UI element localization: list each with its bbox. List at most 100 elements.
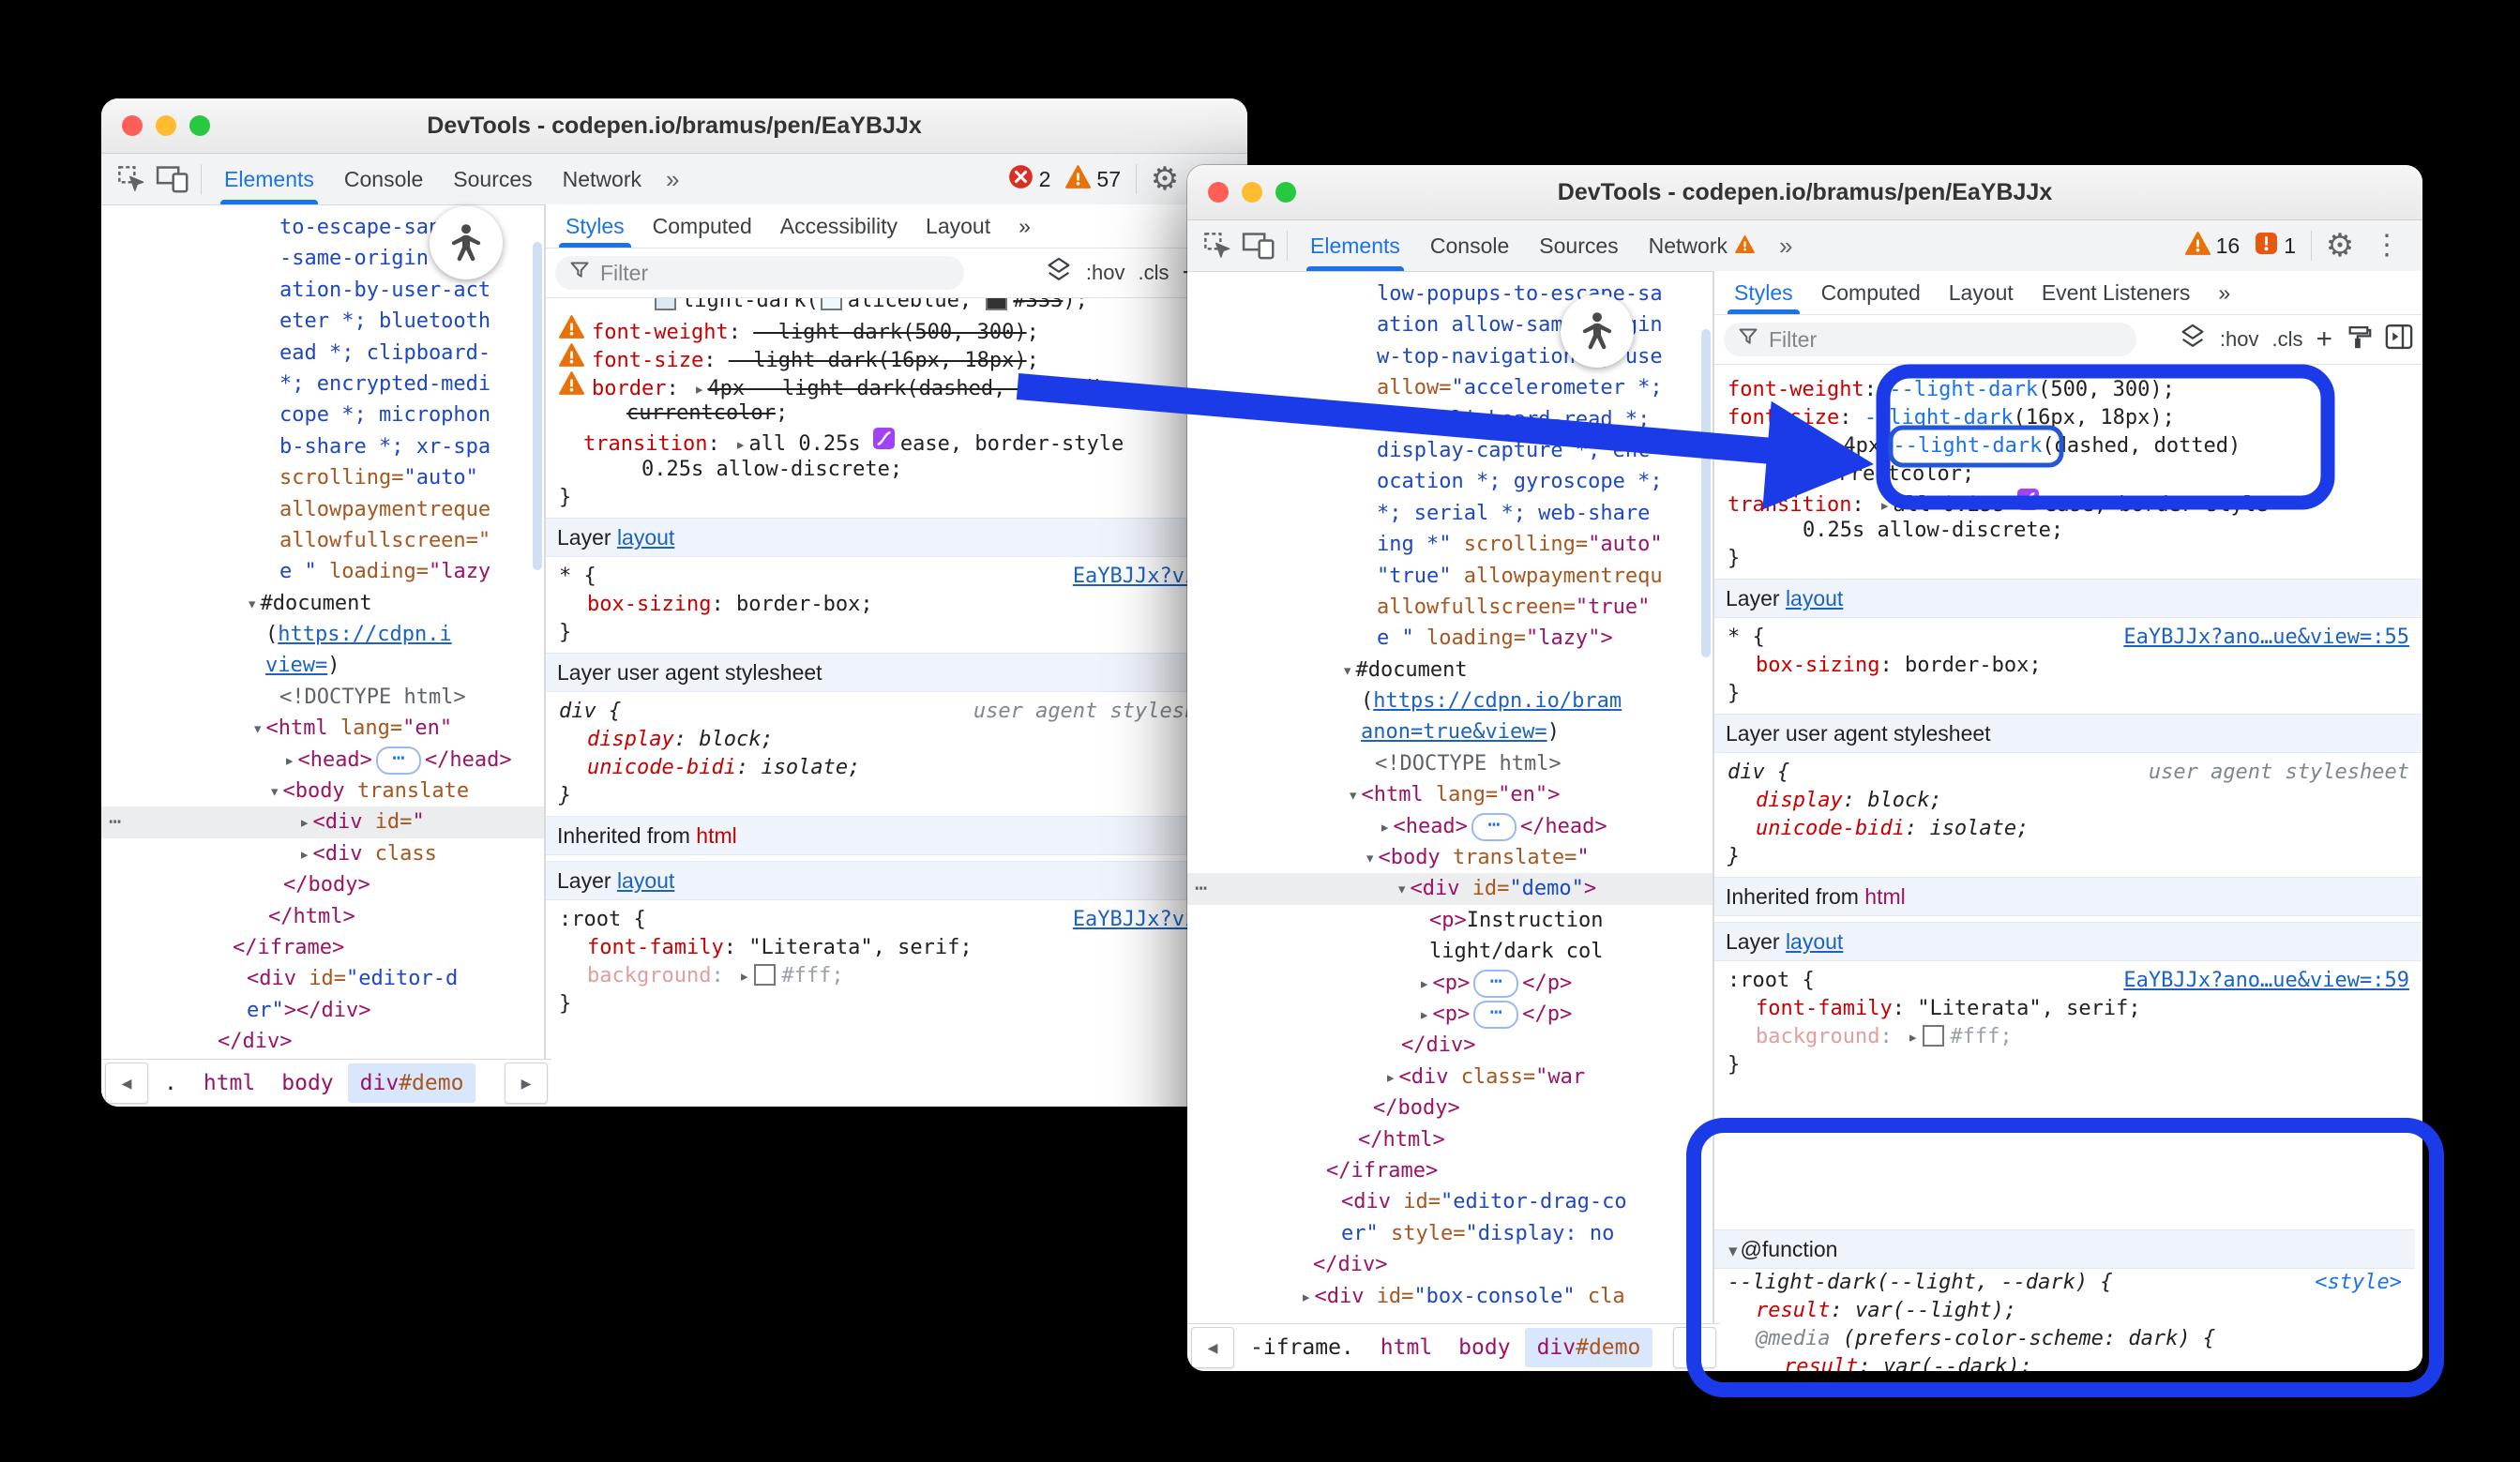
- minimize-button[interactable]: [1242, 182, 1262, 203]
- titlebar[interactable]: DevTools - codepen.io/bramus/pen/EaYBJJx: [101, 98, 1247, 154]
- breadcrumb-item[interactable]: html: [1368, 1328, 1444, 1367]
- dom-tree-line[interactable]: a *; clipboard-read *;: [1187, 404, 1713, 435]
- hov-toggle[interactable]: :hov: [1086, 261, 1125, 285]
- dom-tree-line[interactable]: ▸<p>⋯</p>: [1187, 968, 1713, 999]
- dom-tree-line[interactable]: ▾#document: [1187, 655, 1713, 686]
- dom-tree-line[interactable]: ▸<div class="war: [1187, 1062, 1713, 1093]
- dom-tree-line[interactable]: <div id="editor-d: [101, 963, 544, 994]
- dom-tree-line[interactable]: ation-by-user-act: [101, 275, 544, 306]
- dom-tree-line[interactable]: ▸<p>⋯</p>: [1187, 999, 1713, 1030]
- style-rule-line[interactable]: box-sizing: border-box;: [546, 591, 1247, 619]
- breadcrumb-item[interactable]: div#demo: [348, 1063, 476, 1103]
- kebab-menu-icon[interactable]: ⋮: [2361, 225, 2413, 266]
- expander-arrow-icon[interactable]: ▸: [1827, 432, 1843, 460]
- dom-tree-line[interactable]: ▾<html lang="en">: [1187, 779, 1713, 810]
- style-rule-line[interactable]: * {EaYBJJx?view=: [546, 563, 1247, 591]
- tab-styles[interactable]: Styles: [1720, 271, 1807, 314]
- style-rule-line[interactable]: }: [1714, 545, 2422, 573]
- minimize-button[interactable]: [156, 115, 176, 136]
- style-rule-line[interactable]: }: [546, 484, 1247, 512]
- dom-tree-line[interactable]: ocation *; gyroscope *;: [1187, 466, 1713, 497]
- dock-side-icon[interactable]: [2385, 324, 2413, 355]
- style-rule-line[interactable]: border: ▸4px --light-dark(dashed, dotted…: [546, 371, 1247, 399]
- expander-arrow-icon[interactable]: ▸: [296, 839, 312, 870]
- inspect-icon[interactable]: [1197, 225, 1238, 266]
- style-rule-line[interactable]: @media (prefers-color-scheme: dark) {: [1714, 1325, 2415, 1353]
- dom-tree-line[interactable]: ⋯▸<div id=": [101, 806, 544, 837]
- style-rule-line[interactable]: font-weight: --light-dark(500, 300);: [1714, 376, 2422, 404]
- tab-layout[interactable]: Layout: [1935, 271, 2028, 314]
- dom-tree-panel[interactable]: low-popups-to-escape-saation allow-same-…: [1187, 271, 1713, 1371]
- dom-tree-line[interactable]: <div id="editor-drag-co: [1187, 1186, 1713, 1217]
- dom-tree-line[interactable]: b-share *; xr-spa: [101, 431, 544, 462]
- zoom-button[interactable]: [189, 115, 210, 136]
- expander-arrow-icon[interactable]: ▾: [249, 714, 265, 745]
- tab-sources[interactable]: Sources: [438, 154, 547, 204]
- tab-»[interactable]: »: [2204, 271, 2244, 314]
- dom-tree-line[interactable]: cope *; microphon: [101, 399, 544, 430]
- breadcrumb-item[interactable]: html: [191, 1063, 267, 1103]
- style-rule-line[interactable]: result: var(--dark);: [1714, 1353, 2415, 1371]
- style-rule-line[interactable]: div {user agent stylesheet: [1714, 759, 2422, 787]
- style-rule-line[interactable]: --light-dark(--light, --dark) {<style>: [1714, 1269, 2415, 1297]
- dom-tree-line[interactable]: ▸<div class: [101, 838, 544, 869]
- dom-tree-line[interactable]: </div>: [1187, 1030, 1713, 1061]
- dom-tree-line[interactable]: allowfullscreen=": [101, 525, 544, 556]
- more-tabs-chevron[interactable]: »: [656, 165, 688, 194]
- breadcrumb-left-button[interactable]: ◀: [1191, 1327, 1234, 1368]
- gear-icon[interactable]: ⚙: [2319, 225, 2361, 266]
- style-rule-line[interactable]: display: block;: [546, 726, 1247, 754]
- more-tabs-chevron[interactable]: »: [1770, 232, 1802, 261]
- color-swatch[interactable]: [1786, 462, 1807, 484]
- close-button[interactable]: [1208, 182, 1229, 203]
- breadcrumb-item[interactable]: .: [152, 1063, 189, 1103]
- stylesheet-source-link[interactable]: EaYBJJx?ano…ue&view=:59: [2123, 967, 2409, 995]
- style-rule-line[interactable]: font-weight: --light-dark(500, 300);: [546, 315, 1247, 343]
- ellipsis-expander[interactable]: ⋯: [1473, 970, 1518, 998]
- dom-tree-line[interactable]: low-popups-to-escape-sa: [1187, 279, 1713, 309]
- dom-tree-line[interactable]: scrolling="auto": [101, 462, 544, 493]
- color-swatch[interactable]: [1923, 1025, 1944, 1047]
- style-rule-line[interactable]: }: [1714, 1051, 2422, 1079]
- expander-arrow-icon[interactable]: ▸: [1382, 1063, 1398, 1093]
- style-rule-line[interactable]: :root {EaYBJJx?ano…ue&view=:59: [1714, 967, 2422, 995]
- titlebar[interactable]: DevTools - codepen.io/bramus/pen/EaYBJJx: [1187, 165, 2422, 220]
- hov-toggle[interactable]: :hov: [2220, 327, 2259, 352]
- device-toolbar-icon[interactable]: [1238, 225, 1279, 266]
- style-rule-line[interactable]: box-sizing: border-box;: [1714, 652, 2422, 680]
- stylesheet-source-link[interactable]: <style>: [2315, 1269, 2402, 1297]
- dom-tree-line[interactable]: </iframe>: [101, 932, 544, 963]
- dom-tree-line[interactable]: ▾#document: [101, 588, 544, 619]
- dom-tree-line[interactable]: ▸<head>⋯</head>: [1187, 811, 1713, 842]
- style-rule-line[interactable]: div {user agent stylesheet: [546, 698, 1247, 726]
- expander-arrow-icon[interactable]: ▾: [1339, 656, 1355, 686]
- close-button[interactable]: [122, 115, 143, 136]
- color-swatch[interactable]: [754, 964, 776, 986]
- expander-arrow-icon[interactable]: ▸: [1298, 1282, 1314, 1313]
- tab-console[interactable]: Console: [1415, 220, 1524, 271]
- expander-arrow-icon[interactable]: ▸: [1416, 969, 1432, 1000]
- dom-tree-line[interactable]: w-top-navigation-by-use: [1187, 341, 1713, 372]
- breadcrumb-item[interactable]: div#demo: [1525, 1328, 1653, 1367]
- tab-computed[interactable]: Computed: [639, 204, 766, 248]
- dom-tree-line[interactable]: ⋯▾<div id="demo">: [1187, 873, 1713, 904]
- error-badge[interactable]: 2: [1008, 164, 1051, 195]
- expander-arrow-icon[interactable]: ▸: [1905, 1023, 1921, 1051]
- dom-tree-line[interactable]: light/dark col: [1187, 936, 1713, 967]
- dom-tree-line[interactable]: <p>Instruction: [1187, 905, 1713, 936]
- scrollbar-thumb[interactable]: [1701, 329, 1711, 657]
- scrollbar-thumb[interactable]: [533, 242, 542, 570]
- style-rule-line[interactable]: transition: ▸all 0.25s ease, border-styl…: [1714, 489, 2422, 517]
- color-swatch[interactable]: [655, 298, 676, 310]
- inspect-icon[interactable]: [111, 158, 152, 200]
- tab-styles[interactable]: Styles: [551, 204, 639, 248]
- dom-tree-line[interactable]: allowpaymentreque: [101, 494, 544, 525]
- breadcrumb-right-button[interactable]: ▶: [505, 1063, 548, 1104]
- dom-tree-line[interactable]: view=): [101, 650, 544, 681]
- expander-arrow-icon[interactable]: ▾: [244, 589, 260, 620]
- dom-tree-line[interactable]: ation allow-same-origin: [1187, 309, 1713, 340]
- dom-tree-line[interactable]: ▸<div id="box-console" cla: [1187, 1281, 1713, 1312]
- style-rule-line[interactable]: font-size: --light-dark(16px, 18px);: [546, 343, 1247, 371]
- styles-rules[interactable]: light-dark(aliceblue, #333);font-weight:…: [546, 298, 1247, 1107]
- tab-elements[interactable]: Elements: [209, 154, 329, 204]
